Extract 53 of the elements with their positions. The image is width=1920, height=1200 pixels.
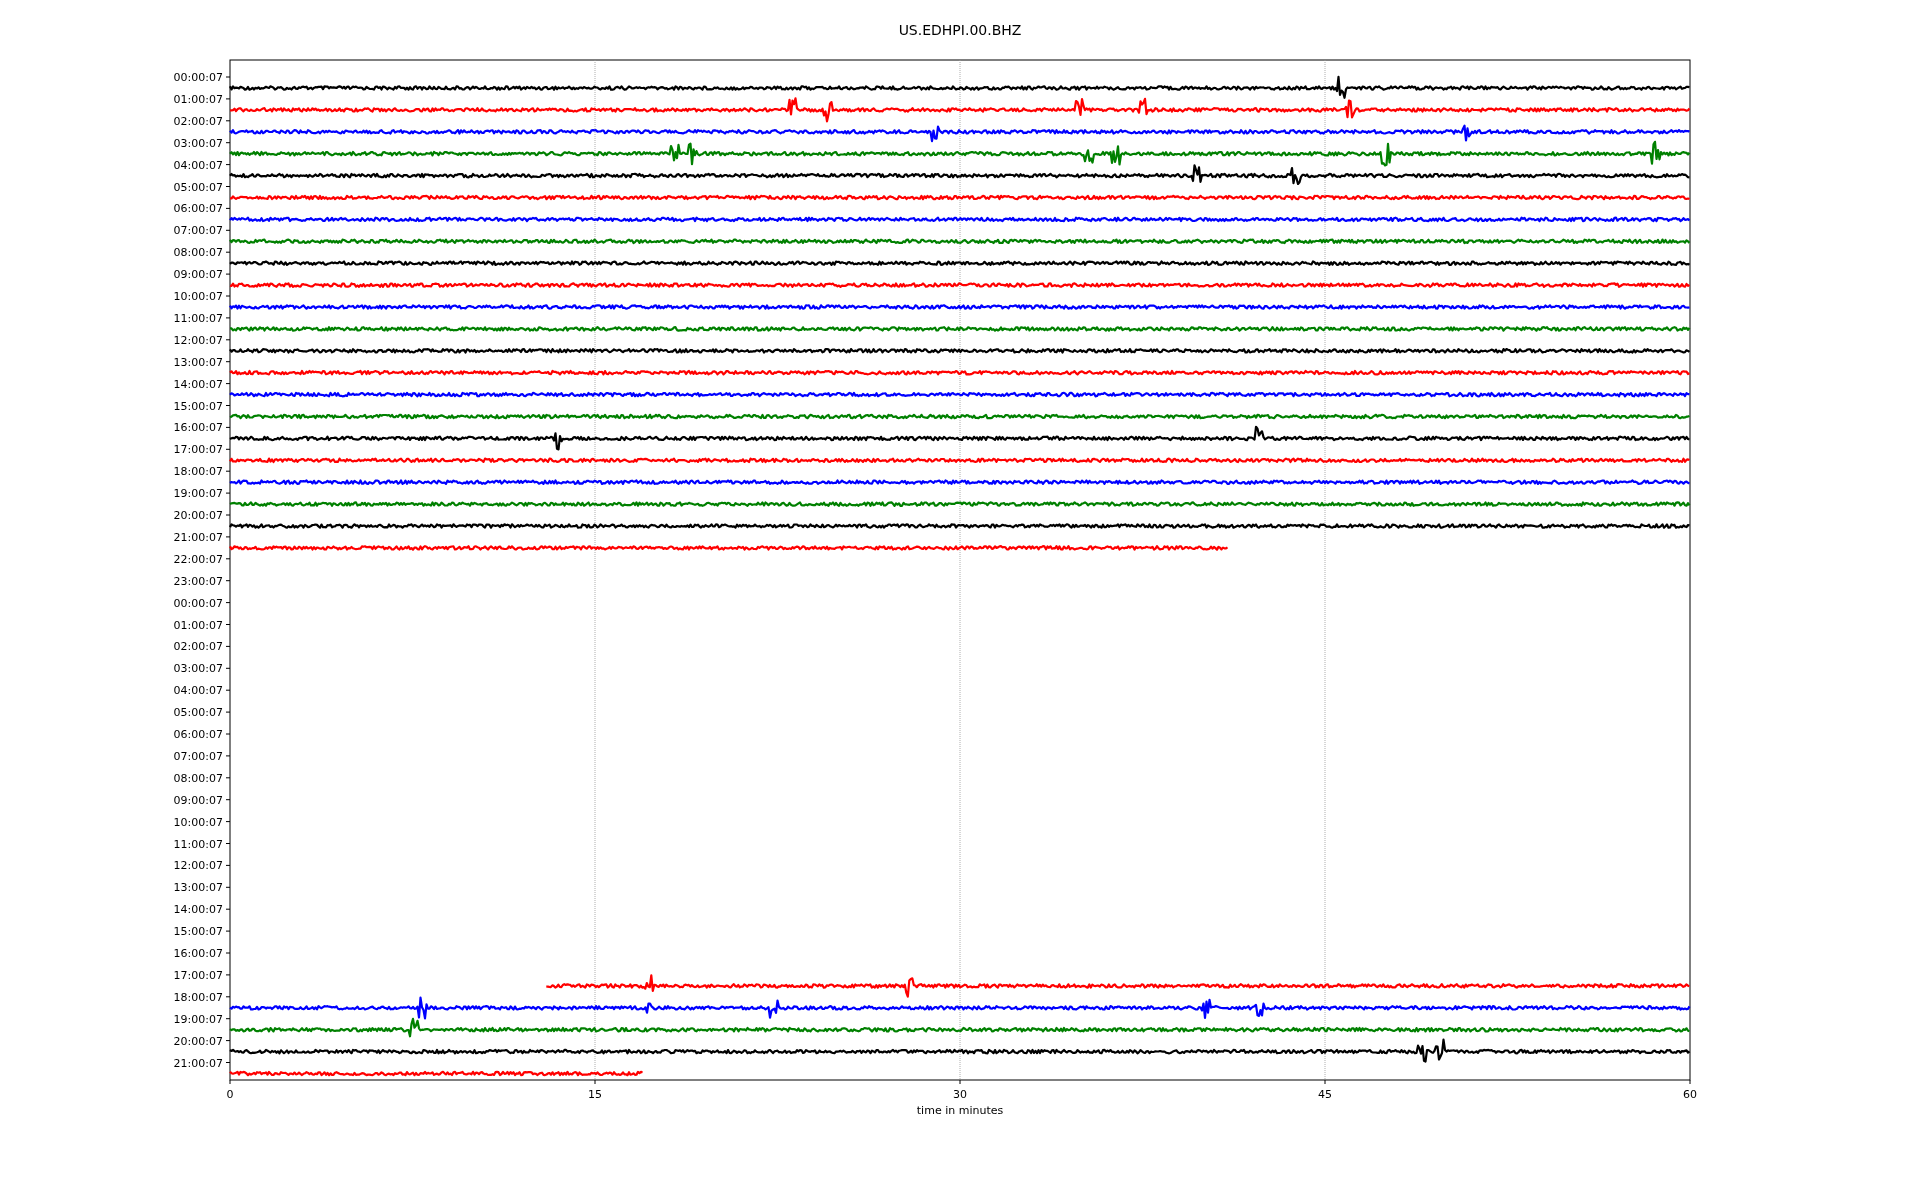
y-tick-label: 21:00:07 [173,530,223,544]
y-tick-label: 08:00:07 [173,771,223,785]
x-tick-label: 60 [1683,1088,1697,1101]
y-tick-label: 03:00:07 [173,136,223,150]
y-tick-label: 20:00:07 [173,1034,223,1048]
y-tick-label: 02:00:07 [173,640,223,654]
y-tick-label: 05:00:07 [173,706,223,720]
y-tick-label: 08:00:07 [173,246,223,260]
y-tick-label: 03:00:07 [173,662,223,676]
y-tick-label: 00:00:07 [173,71,223,84]
x-tick-label: 0 [226,1088,234,1101]
y-tick-label: 22:00:07 [173,552,223,566]
y-tick-label: 14:00:07 [173,903,223,917]
y-tick-label: 07:00:07 [173,749,223,763]
y-tick-label: 09:00:07 [173,793,223,807]
plot-title: US.EDHPI.00.BHZ [898,22,1022,38]
y-tick-label: 07:00:07 [173,224,223,238]
y-tick-label: 09:00:07 [173,268,223,282]
y-tick-label: 17:00:07 [173,443,223,457]
x-tick-label: 30 [953,1088,967,1101]
y-tick-label: 02:00:07 [173,114,223,128]
y-tick-label: 06:00:07 [173,728,223,741]
y-tick-label: 04:00:07 [173,684,223,698]
x-tick-label: 15 [588,1088,602,1101]
x-tick-label: 45 [1318,1088,1332,1101]
y-tick-label: 10:00:07 [173,815,223,829]
y-tick-label: 19:00:07 [173,487,223,501]
y-tick-label: 19:00:07 [173,1012,223,1026]
y-tick-label: 06:00:07 [173,202,223,216]
y-tick-label: 15:00:07 [173,399,223,413]
y-tick-label: 21:00:07 [173,1056,223,1070]
y-tick-label: 18:00:07 [173,990,223,1004]
y-tick-label: 04:00:07 [173,158,223,172]
y-tick-label: 18:00:07 [173,465,223,479]
y-tick-label: 01:00:07 [173,618,223,632]
y-tick-label: 11:00:07 [173,837,223,851]
y-tick-label: 11:00:07 [173,311,223,325]
y-tick-label: 13:00:07 [173,881,223,895]
y-tick-label: 12:00:07 [173,859,223,873]
y-tick-label: 00:00:07 [173,596,223,610]
y-tick-label: 15:00:07 [173,925,223,939]
y-tick-label: 14:00:07 [173,377,223,391]
y-tick-label: 17:00:07 [173,968,223,982]
x-axis-label: time in minutes [916,1104,1004,1117]
y-tick-label: 16:00:07 [173,421,223,435]
y-tick-label: 20:00:07 [173,509,223,522]
y-tick-label: 23:00:07 [173,574,223,588]
y-tick-label: 13:00:07 [173,355,223,369]
y-tick-label: 01:00:07 [173,92,223,106]
y-tick-label: 12:00:07 [173,333,223,347]
y-tick-label: 16:00:07 [173,947,223,960]
y-tick-label: 05:00:07 [173,180,223,194]
y-tick-label: 10:00:07 [173,290,223,303]
